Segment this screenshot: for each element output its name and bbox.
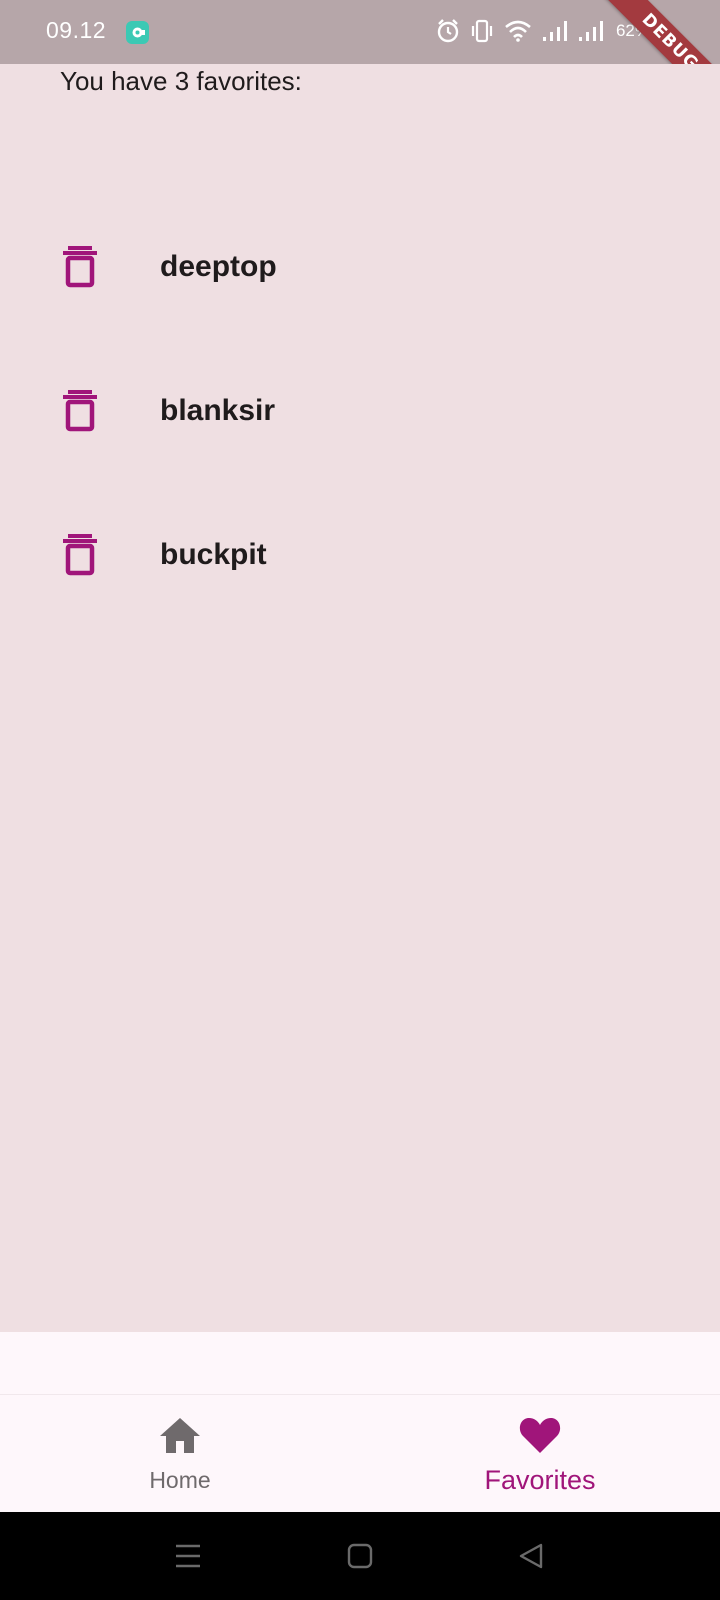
back-button[interactable]	[512, 1536, 552, 1576]
list-item: blanksir	[0, 360, 720, 504]
delete-icon	[63, 534, 97, 576]
home-system-button[interactable]	[340, 1536, 380, 1576]
favorites-list: deeptop blanksir buckpit	[0, 216, 720, 648]
bottom-spacer	[0, 1332, 720, 1394]
favorite-name: blanksir	[160, 394, 276, 427]
nav-home-label: Home	[149, 1467, 211, 1493]
heart-icon	[518, 1415, 562, 1455]
delete-button[interactable]	[58, 388, 102, 432]
status-time: 09.12	[46, 17, 107, 43]
delete-icon	[63, 246, 97, 288]
favorite-name: deeptop	[160, 250, 277, 283]
square-icon	[347, 1543, 373, 1569]
bottom-navigation-bar: Home Favorites	[0, 1394, 720, 1513]
wifi-icon	[504, 19, 532, 43]
list-item: deeptop	[0, 216, 720, 360]
favorite-name: buckpit	[160, 538, 267, 571]
alarm-icon	[436, 18, 460, 44]
delete-button[interactable]	[58, 532, 102, 576]
home-icon	[158, 1415, 202, 1455]
menu-icon	[176, 1544, 200, 1568]
nav-favorites-label: Favorites	[484, 1465, 596, 1495]
signal-icon	[578, 20, 604, 42]
favorites-page: You have 3 favorites: deeptop blanksir b…	[0, 64, 720, 1332]
favorites-count-text: You have 3 favorites:	[60, 66, 302, 96]
nav-home[interactable]: Home	[0, 1395, 360, 1513]
status-icons: 62%	[436, 18, 650, 44]
list-item: buckpit	[0, 504, 720, 648]
back-triangle-icon	[519, 1543, 543, 1569]
delete-icon	[63, 390, 97, 432]
system-navigation-bar	[0, 1512, 720, 1600]
nav-favorites[interactable]: Favorites	[360, 1395, 720, 1513]
delete-button[interactable]	[58, 244, 102, 288]
app-notification-icon	[126, 21, 149, 44]
vibrate-icon	[470, 18, 494, 44]
status-bar: 09.12 62% DEBUG	[0, 0, 720, 123]
recents-button[interactable]	[168, 1536, 208, 1576]
signal-icon	[542, 20, 568, 42]
